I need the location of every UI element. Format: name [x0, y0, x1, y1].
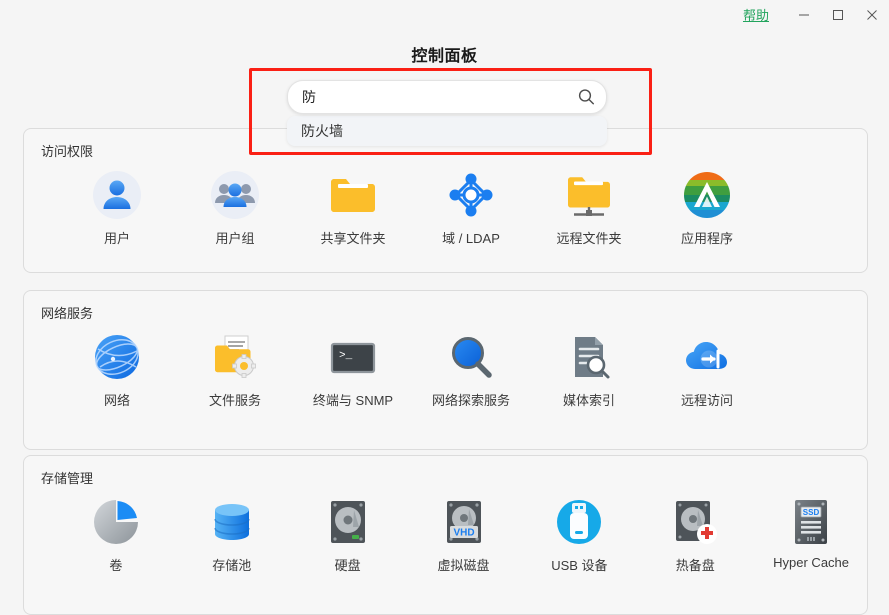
tile-user-groups[interactable]: 用户组	[176, 167, 294, 247]
section-tile-row: 网络 文件服务 >_ 终端与 SNMP 网络探索服务 媒体索引 远程访问	[24, 329, 869, 409]
tile-label: Hyper Cache	[773, 555, 850, 570]
tile-label: 文件服务	[208, 393, 261, 408]
tile-hot-spare[interactable]: 热备盘	[637, 494, 753, 574]
section-title: 网络服务	[41, 306, 94, 321]
hard-disk-icon	[320, 494, 376, 550]
terminal-snmp-icon: >_	[325, 329, 381, 385]
search-suggestion-item[interactable]: 防火墙	[287, 116, 607, 146]
search-area: 防火墙	[287, 80, 607, 146]
hot-spare-icon	[667, 494, 723, 550]
tile-file-service[interactable]: 文件服务	[176, 329, 294, 409]
minimize-button[interactable]	[787, 0, 821, 30]
domain-ldap-icon	[443, 167, 499, 223]
section-tile-row: 卷 存储池 硬盘 VHD 虚拟磁盘 USB 设备 热备盘 SSD Hyper C…	[24, 494, 869, 574]
tile-label: 用户	[103, 231, 130, 246]
tile-label: 热备盘	[675, 558, 715, 573]
tile-label: 虚拟磁盘	[437, 558, 490, 573]
tile-volume[interactable]: 卷	[58, 494, 174, 574]
tile-network-discovery[interactable]: 网络探索服务	[412, 329, 530, 409]
search-input[interactable]	[288, 82, 606, 112]
network-globe-icon	[89, 329, 145, 385]
tile-label: 硬盘	[334, 558, 361, 573]
tile-usb-device[interactable]: USB 设备	[521, 494, 637, 574]
tile-label: 存储池	[212, 558, 252, 573]
tile-label: 终端与 SNMP	[312, 393, 394, 408]
tile-label: 用户组	[215, 231, 255, 246]
svg-text:>_: >_	[339, 350, 353, 362]
search-box[interactable]	[287, 80, 607, 114]
hyper-cache-icon: SSD	[783, 494, 839, 550]
storage-pool-icon	[204, 494, 260, 550]
title-bar: 帮助	[0, 0, 889, 30]
remote-access-icon	[679, 329, 735, 385]
user-group-icon	[207, 167, 263, 223]
tile-label: USB 设备	[551, 558, 608, 573]
tile-label: 远程文件夹	[556, 231, 622, 246]
network-discovery-icon	[443, 329, 499, 385]
tile-label: 网络探索服务	[431, 393, 510, 408]
tile-users[interactable]: 用户	[58, 167, 176, 247]
virtual-disk-icon: VHD	[436, 494, 492, 550]
tile-hard-disk[interactable]: 硬盘	[290, 494, 406, 574]
media-index-icon	[561, 329, 617, 385]
tile-terminal-snmp[interactable]: >_ 终端与 SNMP	[294, 329, 412, 409]
section-panel-access-permission: 访问权限 用户 用户组 共享文件夹 域 / LDAP 远程文件夹 应用程序	[23, 128, 868, 273]
tile-virtual-disk[interactable]: VHD 虚拟磁盘	[406, 494, 522, 574]
svg-text:VHD: VHD	[453, 528, 474, 539]
page-title: 控制面板	[411, 48, 478, 65]
app-center-icon	[679, 167, 735, 223]
control-panel-window: 帮助 控制面板 防火墙 访问权限	[0, 0, 889, 615]
help-link[interactable]: 帮助	[743, 9, 769, 22]
close-button[interactable]	[855, 0, 889, 30]
tile-label: 卷	[109, 558, 123, 573]
tile-remote-folder[interactable]: 远程文件夹	[530, 167, 648, 247]
search-suggestion-list: 防火墙	[287, 116, 607, 146]
usb-device-icon	[551, 494, 607, 550]
volume-pie-icon	[88, 494, 144, 550]
section-panel-network-service: 网络服务 网络 文件服务 >_ 终端与 SNMP 网络探索服务 媒体索引 远程访…	[23, 290, 868, 450]
remote-folder-icon	[561, 167, 617, 223]
tile-label: 共享文件夹	[320, 231, 386, 246]
file-service-icon	[207, 329, 263, 385]
section-title: 访问权限	[41, 144, 94, 159]
maximize-button[interactable]	[821, 0, 855, 30]
section-tile-row: 用户 用户组 共享文件夹 域 / LDAP 远程文件夹 应用程序	[24, 167, 869, 247]
tile-shared-folder[interactable]: 共享文件夹	[294, 167, 412, 247]
tile-domain-ldap[interactable]: 域 / LDAP	[412, 167, 530, 247]
shared-folder-icon	[325, 167, 381, 223]
tile-storage-pool[interactable]: 存储池	[174, 494, 290, 574]
tile-hyper-cache[interactable]: SSD Hyper Cache	[753, 494, 869, 574]
tile-network[interactable]: 网络	[58, 329, 176, 409]
tile-media-index[interactable]: 媒体索引	[530, 329, 648, 409]
tile-label: 远程访问	[680, 393, 733, 408]
tile-label: 应用程序	[680, 231, 733, 246]
tile-label: 网络	[103, 393, 130, 408]
svg-text:SSD: SSD	[803, 508, 820, 517]
section-title: 存储管理	[41, 471, 94, 486]
tile-label: 媒体索引	[562, 393, 615, 408]
tile-app-center[interactable]: 应用程序	[648, 167, 766, 247]
section-panel-storage-management: 存储管理 卷 存储池 硬盘 VHD 虚拟磁盘 USB 设备 热备盘 SSD Hy…	[23, 455, 868, 615]
tile-remote-access[interactable]: 远程访问	[648, 329, 766, 409]
search-icon[interactable]	[578, 89, 595, 106]
tile-label: 域 / LDAP	[442, 231, 500, 246]
user-icon	[89, 167, 145, 223]
